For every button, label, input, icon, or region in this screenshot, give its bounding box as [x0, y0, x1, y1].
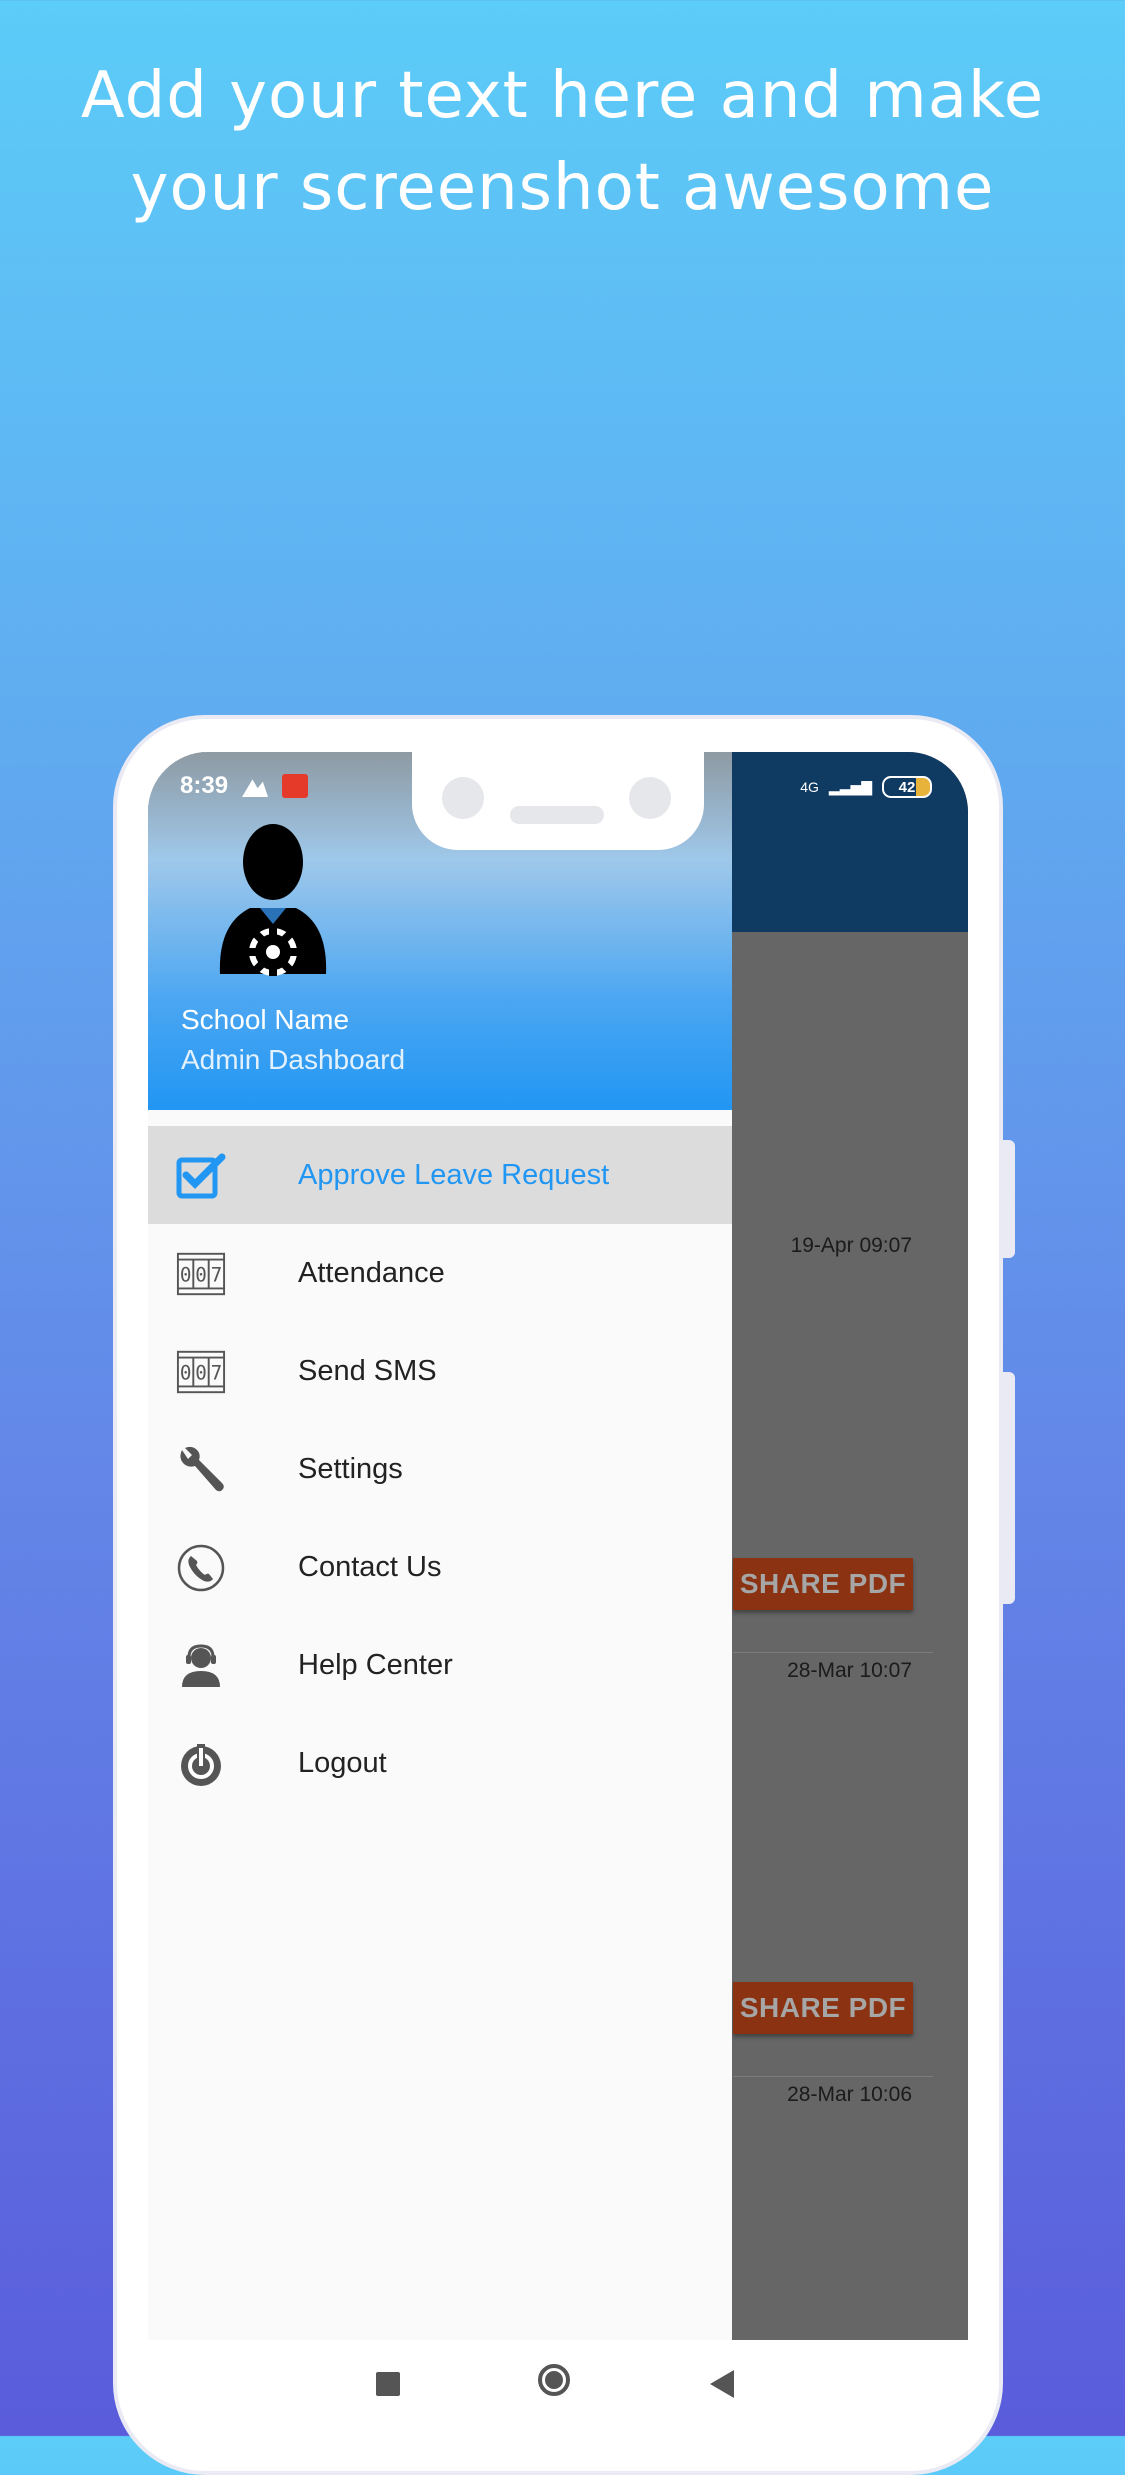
status-icons: 4G ▂▃▅▇ 42 [800, 776, 932, 798]
promo-headline: Add your text here and make your screens… [0, 50, 1125, 234]
power-button [1003, 1372, 1015, 1604]
svg-text:0: 0 [180, 1264, 192, 1287]
back-button[interactable] [710, 2370, 734, 2398]
drawer-menu: Approve Leave Request 0 0 7 Attendance 0… [148, 1126, 732, 1812]
battery-icon: 42 [882, 776, 932, 798]
svg-text:7: 7 [211, 1264, 223, 1287]
menu-item-settings[interactable]: Settings [148, 1420, 732, 1518]
power-icon [176, 1740, 226, 1788]
menu-item-label: Logout [298, 1746, 387, 1779]
menu-item-approve-leave[interactable]: Approve Leave Request [148, 1126, 732, 1224]
list-divider [733, 1652, 933, 1653]
share-pdf-button[interactable]: SHARE PDF [733, 1982, 913, 2034]
menu-item-send-sms[interactable]: 0 0 7 Send SMS [148, 1322, 732, 1420]
status-time: 8:39 [180, 772, 229, 799]
menu-item-logout[interactable]: Logout [148, 1714, 732, 1812]
svg-text:0: 0 [195, 1264, 207, 1287]
menu-item-contact-us[interactable]: Contact Us [148, 1518, 732, 1616]
home-button[interactable] [538, 2364, 570, 2396]
entry-date: 19-Apr 09:07 [790, 1234, 912, 1257]
menu-item-label: Approve Leave Request [298, 1158, 610, 1191]
menu-item-label: Help Center [298, 1648, 453, 1681]
list-divider [733, 2076, 933, 2077]
headline-line-2: your screenshot awesome [130, 151, 995, 225]
status-bar: 8:39 [180, 772, 309, 800]
menu-item-help-center[interactable]: Help Center [148, 1616, 732, 1714]
gallery-notification-icon [242, 779, 269, 797]
admin-avatar-icon [219, 824, 327, 976]
share-pdf-button[interactable]: SHARE PDF [733, 1558, 913, 1610]
counter-icon: 0 0 7 [176, 1348, 226, 1396]
menu-item-label: Contact Us [298, 1550, 442, 1583]
menu-item-label: Send SMS [298, 1354, 437, 1387]
wrench-icon [176, 1446, 226, 1494]
front-sensor [629, 777, 671, 819]
app-notification-icon [282, 774, 309, 798]
headline-line-1: Add your text here and make [80, 59, 1045, 133]
checkbox-icon [176, 1152, 226, 1200]
svg-text:0: 0 [195, 1362, 207, 1385]
earpiece-speaker [510, 806, 604, 824]
support-agent-icon [176, 1642, 226, 1690]
front-camera [442, 777, 484, 819]
school-name: School Name [181, 1004, 350, 1035]
menu-item-label: Settings [298, 1452, 403, 1485]
dashboard-role: Admin Dashboard [181, 1044, 406, 1075]
navigation-drawer: 8:39 School Name Admin Dashboard Approve… [148, 752, 732, 2340]
counter-icon: 0 0 7 [176, 1250, 226, 1298]
entry-date: 28-Mar 10:06 [787, 2083, 912, 2106]
system-navigation-bar [148, 2340, 968, 2436]
svg-text:7: 7 [211, 1362, 223, 1385]
network-label: 4G [800, 779, 819, 795]
app-screen: 4G ▂▃▅▇ 42 19-Apr 09:07 SHARE PDF 28-Mar… [148, 752, 968, 2340]
recents-button[interactable] [376, 2372, 400, 2396]
signal-icon: ▂▃▅▇ [828, 778, 872, 795]
menu-item-label: Attendance [298, 1256, 445, 1289]
svg-text:0: 0 [180, 1362, 192, 1385]
menu-item-attendance[interactable]: 0 0 7 Attendance [148, 1224, 732, 1322]
entry-date: 28-Mar 10:07 [787, 1659, 912, 1682]
volume-button [1003, 1140, 1015, 1258]
phone-icon [176, 1544, 226, 1592]
